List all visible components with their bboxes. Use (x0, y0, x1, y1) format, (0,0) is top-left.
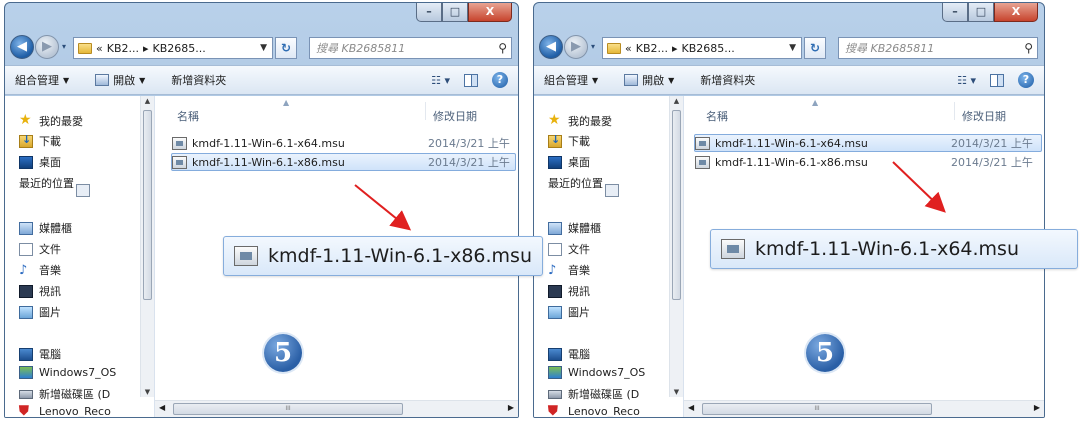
msu-file-icon (234, 246, 258, 266)
dragged-file-callout-right: kmdf-1.11-Win-6.1-x64.msu (710, 229, 1078, 269)
annotation-arrow-left (354, 184, 412, 231)
annotation-arrows (354, 161, 946, 231)
screenshot-stage: – □ X ◀ ▶ ▾ « KB2... ▸ KB2685... ▼ ↻ 搜尋 … (0, 0, 1081, 421)
callout-file-name: kmdf-1.11-Win-6.1-x64.msu (755, 238, 1019, 260)
msu-file-icon (721, 239, 745, 259)
step-number-badge-right: 5 (806, 334, 844, 372)
step-number-badge-left: 5 (264, 334, 302, 372)
callout-file-name: kmdf-1.11-Win-6.1-x86.msu (268, 245, 532, 267)
dragged-file-callout-left: kmdf-1.11-Win-6.1-x86.msu (223, 236, 543, 276)
annotation-arrow-right (892, 161, 946, 213)
